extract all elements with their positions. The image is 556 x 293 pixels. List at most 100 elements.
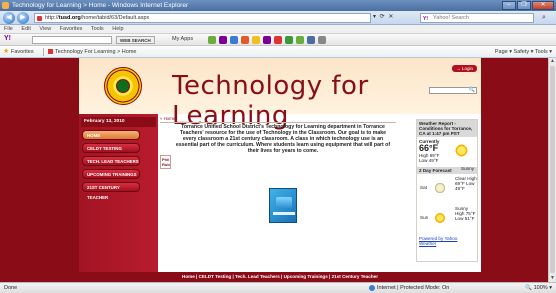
sun-icon — [454, 143, 469, 158]
intro-text: Torrance Unified School District's Techn… — [175, 124, 391, 154]
date-label: February 13, 2010 — [81, 117, 156, 127]
search-icon[interactable]: ⌕ — [538, 13, 550, 23]
promo-poster-image[interactable] — [269, 188, 297, 223]
maximize-button[interactable]: ❐ — [517, 1, 531, 10]
site-search-input[interactable]: 🔍 — [429, 87, 477, 94]
web-search-button[interactable]: WEB SEARCH — [116, 36, 155, 44]
zoom-value: 100% — [533, 285, 548, 291]
scroll-down-icon[interactable]: ▼ — [549, 275, 556, 282]
menu-edit[interactable]: Edit — [21, 26, 30, 32]
menu-bar: File Edit View Favorites Tools Help — [0, 25, 556, 34]
sidebar-item-home[interactable]: HOME — [82, 130, 140, 140]
weather-current: Currently 66°F High 69°F Low 49°F Sunny — [417, 137, 477, 171]
url-prefix: http:// — [45, 15, 59, 21]
forecast-day-text: Clear High 69°F Low 49°F — [455, 176, 477, 191]
ie-app-icon — [2, 2, 9, 9]
toolbar-app-icon[interactable] — [252, 36, 260, 44]
toolbar-app-icon[interactable] — [230, 36, 238, 44]
toolbar-app-icon[interactable] — [241, 36, 249, 44]
moon-icon — [434, 182, 446, 194]
address-bar: ◀ ▶ http://tusd.org/home/tabid/63/Defaul… — [0, 11, 556, 25]
submenu-flyout: Phil Rob — [160, 155, 171, 169]
yahoo-toolbar: Y! WEB SEARCH My Apps — [0, 34, 556, 46]
toolbar-app-icon[interactable] — [219, 36, 227, 44]
window-controls: – ❐ ✕ — [502, 1, 554, 10]
menu-tools[interactable]: Tools — [91, 26, 104, 32]
favorites-bar: ★ Favorites Technology For Learning > Ho… — [0, 46, 556, 58]
url-host: tusd.org — [58, 15, 81, 21]
minimize-button[interactable]: – — [502, 1, 516, 10]
toolbar-app-icon[interactable] — [296, 36, 304, 44]
sidebar-item-upcoming-trainings[interactable]: UPCOMING TRAININGS — [82, 169, 140, 179]
login-button[interactable]: → Login — [452, 65, 477, 72]
yahoo-logo[interactable]: Y! — [4, 35, 11, 42]
weather-header: Weather Report - Conditions for Torrance… — [417, 120, 477, 137]
security-zone-label: Internet | Protected Mode: On — [377, 285, 450, 291]
back-button[interactable]: ◀ — [3, 12, 15, 24]
forecast-day-text: Sunny High 75°F Low 51°F — [455, 206, 476, 221]
site-header: Technology for Learning → Login 🔍 — [79, 58, 481, 131]
vertical-scrollbar[interactable]: ▲ ▼ — [548, 58, 556, 282]
breadcrumb-home[interactable]: » Home — [160, 116, 175, 121]
globe-icon — [369, 284, 375, 291]
zoom-level[interactable]: 🔍 100% ▾ — [525, 283, 552, 293]
forecast-day-name: Sun — [420, 215, 429, 220]
weather-widget: Weather Report - Conditions for Torrance… — [416, 119, 478, 262]
toolbar-search-input[interactable] — [32, 36, 112, 44]
breadcrumb: » Home — [160, 116, 396, 123]
submenu-item-rob[interactable]: Rob — [162, 162, 170, 167]
sidebar-item-tech-lead-teachers[interactable]: TECH. LEAD TEACHERS — [82, 156, 140, 166]
favorites-star-icon[interactable]: ★ — [3, 46, 9, 58]
menu-help[interactable]: Help — [112, 26, 123, 32]
my-apps-button[interactable]: My Apps — [172, 36, 193, 42]
browser-tab[interactable]: Technology For Learning > Home — [48, 46, 136, 58]
toolbar-app-icon[interactable] — [274, 36, 282, 44]
yahoo-icon: Y! — [423, 16, 428, 22]
scrollbar-thumb[interactable] — [550, 66, 555, 273]
site-container: Technology for Learning → Login 🔍 Februa… — [79, 58, 481, 282]
status-bar: Done Internet | Protected Mode: On 🔍 100… — [0, 282, 556, 293]
current-low: Low 49°F — [419, 158, 439, 163]
toolbar-app-icon[interactable] — [263, 36, 271, 44]
toolbar-icons — [208, 36, 326, 44]
current-condition: Sunny — [461, 166, 475, 171]
forecast-day: Sun Sunny High 75°F Low 51°F — [417, 204, 477, 234]
menu-favorites[interactable]: Favorites — [60, 26, 83, 32]
close-button[interactable]: ✕ — [532, 1, 554, 10]
district-seal-logo — [104, 67, 142, 105]
site-footer-nav[interactable]: Home | CELDT Testing | Tech. Lead Teache… — [79, 272, 481, 282]
toolbar-app-icon[interactable] — [307, 36, 315, 44]
login-label: Login — [461, 66, 473, 71]
window-title: Technology for Learning > Home - Windows… — [12, 2, 189, 9]
yahoo-search-input[interactable]: Y! Yahoo! Search — [420, 13, 534, 23]
sidebar-item-celdt-testing[interactable]: CELDT TESTING — [82, 143, 140, 153]
command-bar[interactable]: Page ▾ Safety ▾ Tools ▾ — [495, 46, 552, 58]
toolbar-app-icon[interactable] — [208, 36, 216, 44]
search-icon[interactable]: 🔍 — [469, 87, 475, 93]
divider — [160, 122, 396, 123]
tab-favicon-icon — [48, 49, 53, 55]
forward-button[interactable]: ▶ — [17, 12, 29, 24]
forecast-day-name: Sat — [420, 185, 427, 190]
url-input[interactable]: http://tusd.org/home/tabid/63/Default.as… — [34, 13, 371, 23]
scroll-up-icon[interactable]: ▲ — [549, 58, 556, 65]
toolbar-app-icon[interactable] — [318, 36, 326, 44]
url-tools[interactable]: ▾ ⟳ ✕ — [373, 13, 394, 20]
url-path: /home/tabid/63/Default.aspx — [80, 15, 150, 21]
search-placeholder: Yahoo! Search — [433, 15, 469, 21]
toolbar-app-icon[interactable] — [285, 36, 293, 44]
sun-icon — [434, 212, 446, 224]
sidebar-nav: HOME CELDT TESTING TECH. LEAD TEACHERS U… — [82, 130, 140, 200]
favorites-button[interactable]: Favorites — [11, 46, 34, 58]
site-favicon-icon — [37, 16, 42, 21]
window-titlebar: Technology for Learning > Home - Windows… — [0, 0, 556, 11]
sidebar-item-21st-century-teacher[interactable]: 21ST CENTURY TEACHER — [82, 182, 140, 200]
menu-file[interactable]: File — [4, 26, 13, 32]
forecast-day: Sat Clear High 69°F Low 49°F — [417, 174, 477, 204]
divider — [43, 48, 44, 56]
page-viewport: Technology for Learning → Login 🔍 Februa… — [0, 58, 548, 282]
tab-title: Technology For Learning > Home — [55, 49, 137, 55]
yahoo-weather-link[interactable]: Powered by Yahoo Weather — [417, 234, 477, 248]
menu-view[interactable]: View — [39, 26, 51, 32]
sidebar: February 13, 2010 HOME CELDT TESTING TEC… — [79, 114, 158, 282]
